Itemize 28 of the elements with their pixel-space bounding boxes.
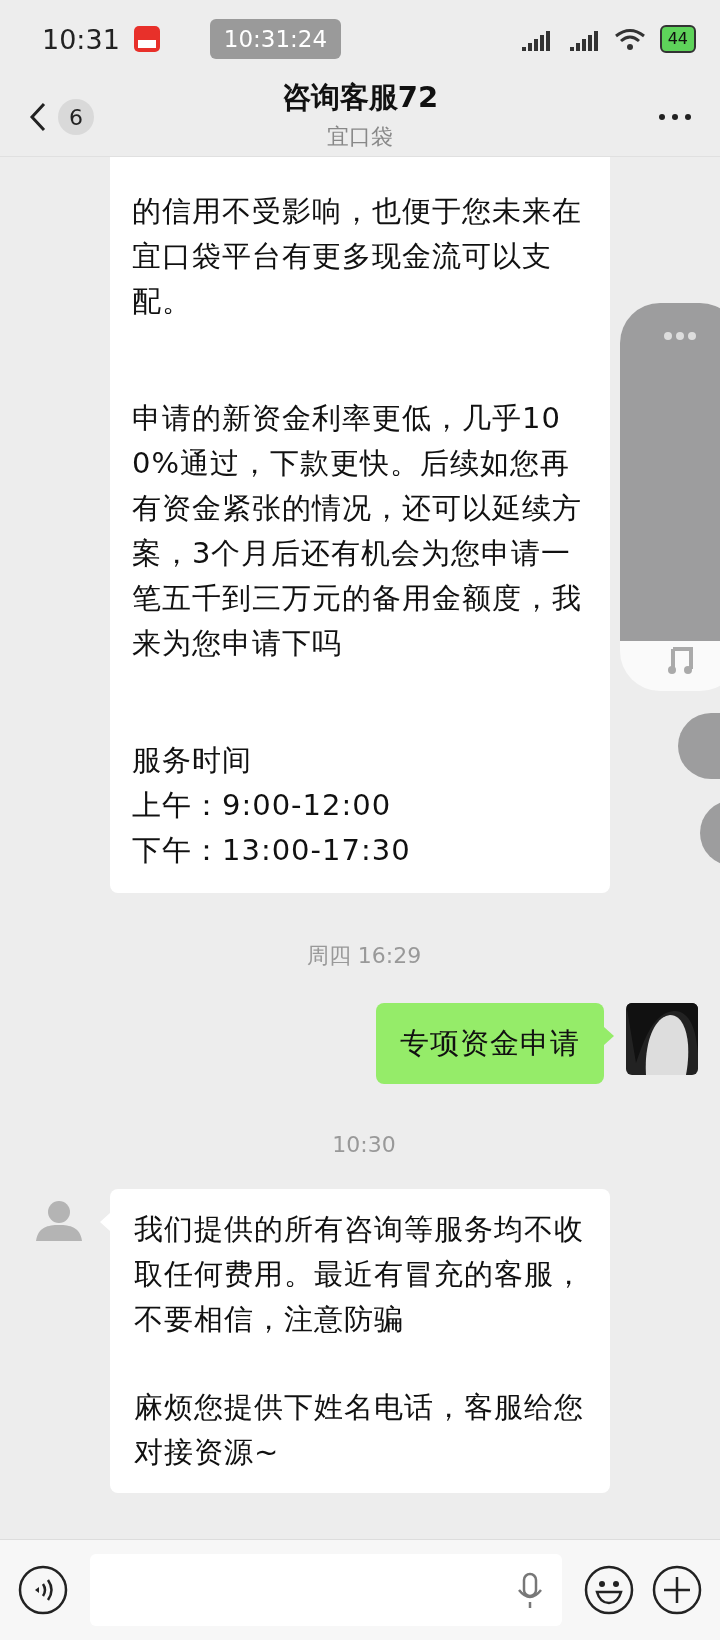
recording-timer: 10:31:24 bbox=[209, 19, 342, 59]
battery-icon: 44 bbox=[659, 25, 696, 53]
message-text: 上午：9:00-12:00 bbox=[132, 787, 393, 824]
chat-subtitle: 宜口袋 bbox=[327, 123, 393, 151]
message-text: 申请的新资金利率更低，几乎100%通过，下款更快。后续如您再有资金紧张的情况，还可以延续方案，3个月后还有机会为您申请一笔五千到三万元的备用金额度，我来为您申请下吗 bbox=[132, 400, 583, 662]
wifi-icon bbox=[613, 27, 646, 51]
floating-panel[interactable] bbox=[620, 303, 720, 691]
message-text: 我们提供的所有咨询等服务均不收取任何费用。最近有冒充的客服，不要相信，注意防骗 bbox=[134, 1211, 585, 1338]
message-input[interactable] bbox=[90, 1554, 562, 1626]
music-icon[interactable] bbox=[665, 645, 695, 675]
timestamp: 周四 16:29 bbox=[306, 942, 422, 970]
message-text: 专项资金申请 bbox=[400, 1025, 580, 1062]
message-text: 下午：13:00-17:30 bbox=[132, 832, 412, 869]
avatar[interactable] bbox=[626, 1003, 698, 1075]
message-text: 服务时间 bbox=[132, 742, 253, 779]
timestamp: 10:30 bbox=[332, 1132, 396, 1157]
unread-badge: 6 bbox=[58, 99, 94, 135]
chat-title: 咨询客服72 bbox=[281, 79, 439, 116]
voice-icon[interactable] bbox=[18, 1565, 68, 1615]
microphone-icon bbox=[516, 1572, 544, 1608]
add-icon[interactable] bbox=[652, 1565, 702, 1615]
back-icon[interactable] bbox=[28, 101, 48, 133]
app-icon bbox=[133, 26, 160, 52]
clock: 10:31 bbox=[42, 23, 120, 55]
more-icon[interactable] bbox=[658, 113, 692, 121]
message-text: 麻烦您提供下姓名电话，客服给您对接资源~ bbox=[134, 1389, 585, 1471]
message-text: 的信用不受影响，也便于您未来在宜口袋平台有更多现金流可以支配。 bbox=[132, 193, 583, 320]
emoji-icon[interactable] bbox=[584, 1565, 634, 1615]
